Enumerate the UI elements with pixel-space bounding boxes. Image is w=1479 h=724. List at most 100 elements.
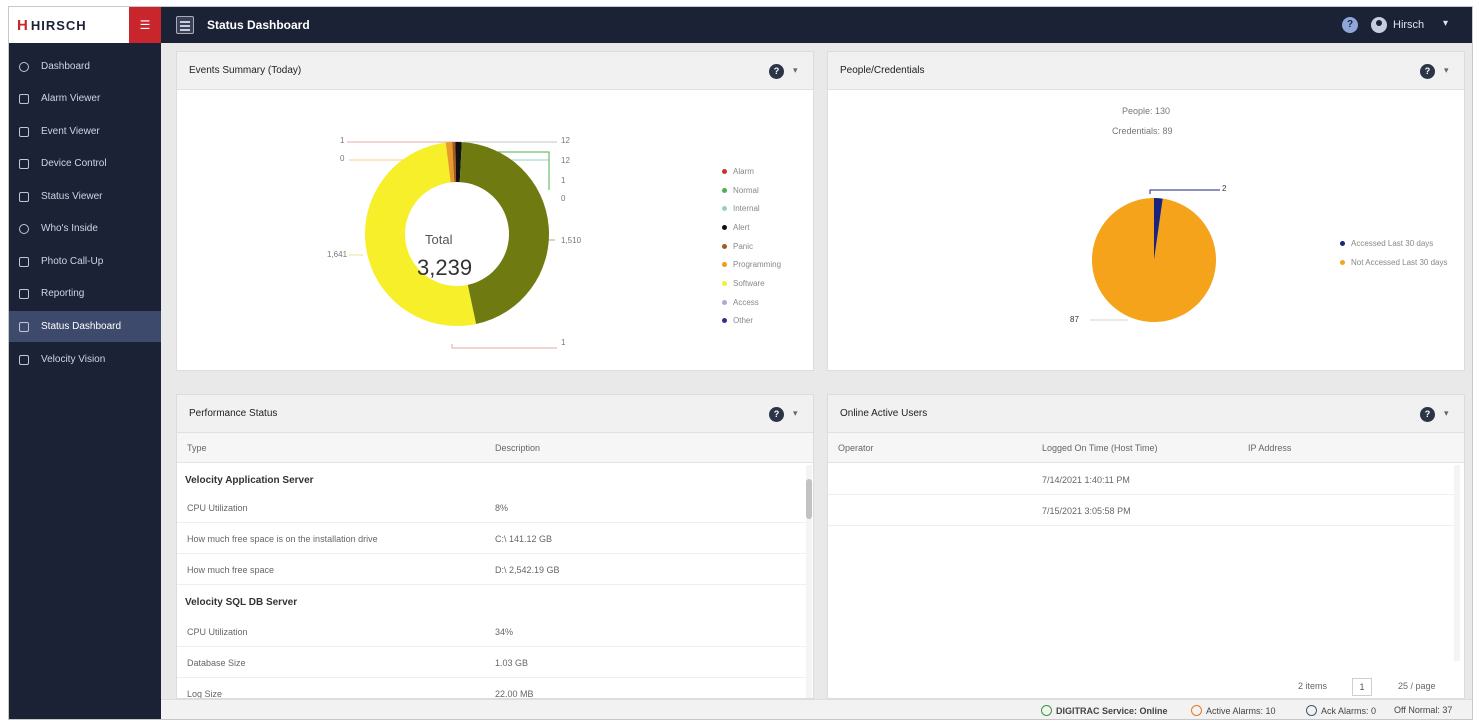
- sidebar-item-label: Device Control: [41, 158, 107, 169]
- cell-type: How much free space is on the installati…: [187, 534, 378, 544]
- sidebar-item-label: Status Dashboard: [41, 321, 122, 332]
- column-header-description[interactable]: Description: [495, 443, 540, 453]
- table-header: Operator Logged On Time (Host Time) IP A…: [828, 433, 1464, 463]
- table-row: How much free space is on the installati…: [177, 524, 807, 554]
- sidebar-item-whos-inside[interactable]: Who's Inside: [9, 213, 161, 244]
- legend-item[interactable]: Programming: [722, 255, 781, 274]
- user-name[interactable]: Hirsch: [1393, 19, 1424, 31]
- column-header-ip-address[interactable]: IP Address: [1248, 443, 1291, 453]
- panel-header: People/Credentials ? ▾: [828, 52, 1464, 90]
- sidebar-item-alarm-viewer[interactable]: Alarm Viewer: [9, 83, 161, 114]
- scrollbar[interactable]: [806, 465, 812, 698]
- legend-item[interactable]: Internal: [722, 199, 781, 218]
- service-status[interactable]: DIGITRAC Service: Online: [1041, 705, 1168, 716]
- ack-alarms-text: Ack Alarms: 0: [1321, 705, 1377, 716]
- legend-swatch: [1340, 240, 1345, 246]
- chevron-down-icon[interactable]: ▾: [793, 65, 798, 76]
- help-icon[interactable]: ?: [769, 64, 784, 79]
- column-header-type[interactable]: Type: [187, 443, 207, 453]
- legend-label: Alarm: [733, 166, 754, 176]
- table-row: CPU Utilization 34%: [177, 617, 807, 647]
- sidebar-item-label: Velocity Vision: [41, 354, 106, 365]
- legend-item[interactable]: Access: [722, 293, 781, 312]
- sidebar-item-label: Event Viewer: [41, 126, 100, 137]
- chevron-down-icon[interactable]: ▾: [793, 408, 798, 419]
- sidebar-item-device-control[interactable]: Device Control: [9, 148, 161, 179]
- legend-swatch: [1340, 259, 1345, 265]
- cell-type: Log Size: [187, 689, 223, 699]
- column-header-operator[interactable]: Operator: [838, 443, 874, 453]
- check-circle-icon: [1041, 705, 1052, 716]
- cell-type: How much free space: [187, 565, 275, 575]
- data-label: 12: [561, 156, 570, 165]
- legend-item[interactable]: Accessed Last 30 days: [1340, 234, 1448, 253]
- cell-type: Database Size: [187, 658, 246, 668]
- sidebar-item-status-dashboard[interactable]: Status Dashboard: [9, 311, 161, 342]
- scrollbar[interactable]: [1454, 465, 1460, 661]
- legend-label: Internal: [733, 204, 760, 214]
- legend-item[interactable]: Alarm: [722, 162, 781, 181]
- legend-swatch: [722, 318, 727, 324]
- table-row[interactable]: 7/15/2021 3:05:58 PM: [828, 496, 1454, 526]
- legend-item[interactable]: Software: [722, 274, 781, 293]
- table-row[interactable]: 7/14/2021 1:40:11 PM: [828, 465, 1454, 495]
- app-window: H HIRSCH ☰ Status Dashboard ? Hirsch ▾ D…: [8, 6, 1473, 720]
- photo-icon: [19, 256, 29, 267]
- ack-alarms-status[interactable]: Ack Alarms: 0: [1306, 705, 1376, 716]
- chevron-down-icon[interactable]: ▾: [1444, 408, 1449, 419]
- logo-text: HIRSCH: [30, 17, 87, 33]
- sidebar-item-event-viewer[interactable]: Event Viewer: [9, 116, 161, 147]
- sidebar-item-reporting[interactable]: Reporting: [9, 278, 161, 309]
- sidebar-item-label: Photo Call-Up: [41, 256, 104, 267]
- logo: H HIRSCH: [9, 7, 129, 43]
- help-icon[interactable]: ?: [1420, 407, 1435, 422]
- legend-item[interactable]: Panic: [722, 237, 781, 256]
- report-icon: [19, 288, 29, 299]
- legend-label: Other: [733, 316, 754, 326]
- legend-label: Software: [733, 278, 765, 288]
- sidebar-item-photo-call-up[interactable]: Photo Call-Up: [9, 246, 161, 277]
- people-icon: [19, 223, 29, 234]
- legend-item[interactable]: Not Accessed Last 30 days: [1340, 253, 1448, 272]
- chevron-down-icon[interactable]: ▾: [1444, 65, 1449, 76]
- sidebar-item-label: Alarm Viewer: [41, 93, 101, 104]
- user-avatar-icon[interactable]: [1371, 17, 1387, 33]
- panel-header: Events Summary (Today) ? ▾: [177, 52, 813, 90]
- dashboard-icon: [19, 61, 29, 72]
- help-icon[interactable]: ?: [1342, 17, 1358, 33]
- legend-item[interactable]: Normal: [722, 181, 781, 200]
- data-label: 0: [340, 154, 345, 163]
- chevron-down-icon[interactable]: ▾: [1443, 18, 1448, 29]
- off-normal-status[interactable]: Off Normal: 37: [1394, 705, 1452, 715]
- alarm-circle-icon: [1191, 705, 1202, 716]
- help-icon[interactable]: ?: [1420, 64, 1435, 79]
- hirsch-logo-icon: H: [17, 16, 28, 34]
- legend-swatch: [722, 187, 727, 193]
- menu-toggle-button[interactable]: ☰: [129, 7, 161, 43]
- alarm-icon: [19, 93, 29, 104]
- legend-item[interactable]: Alert: [722, 218, 781, 237]
- legend-swatch: [722, 243, 727, 249]
- column-header-logged-on-time[interactable]: Logged On Time (Host Time): [1042, 443, 1158, 453]
- donut-center-label: Total: [425, 232, 453, 247]
- vision-icon: [19, 354, 29, 365]
- legend-item[interactable]: Other: [722, 312, 781, 331]
- group-title: Velocity SQL DB Server: [185, 597, 298, 608]
- pagination-page-1[interactable]: 1: [1352, 678, 1372, 696]
- page-size-select[interactable]: 25 / page: [1398, 681, 1436, 691]
- top-bar: H HIRSCH ☰ Status Dashboard ? Hirsch ▾: [9, 7, 1472, 43]
- cell-type: CPU Utilization: [187, 503, 248, 513]
- panel-title: Events Summary (Today): [189, 65, 302, 76]
- legend-swatch: [722, 299, 727, 305]
- active-alarms-status[interactable]: Active Alarms: 10: [1191, 705, 1276, 716]
- status-bar: DIGITRAC Service: Online Active Alarms: …: [161, 699, 1472, 719]
- donut-center-value: 3,239: [417, 255, 473, 280]
- sidebar-item-status-viewer[interactable]: Status Viewer: [9, 181, 161, 212]
- legend-label: Access: [733, 297, 759, 307]
- sidebar-item-dashboard[interactable]: Dashboard: [9, 51, 161, 82]
- help-icon[interactable]: ?: [769, 407, 784, 422]
- table-header: Type Description: [177, 433, 813, 463]
- events-legend: Alarm Normal Internal Alert Panic Progra…: [722, 162, 781, 330]
- sidebar-item-velocity-vision[interactable]: Velocity Vision: [9, 344, 161, 375]
- scrollbar-thumb[interactable]: [806, 479, 812, 519]
